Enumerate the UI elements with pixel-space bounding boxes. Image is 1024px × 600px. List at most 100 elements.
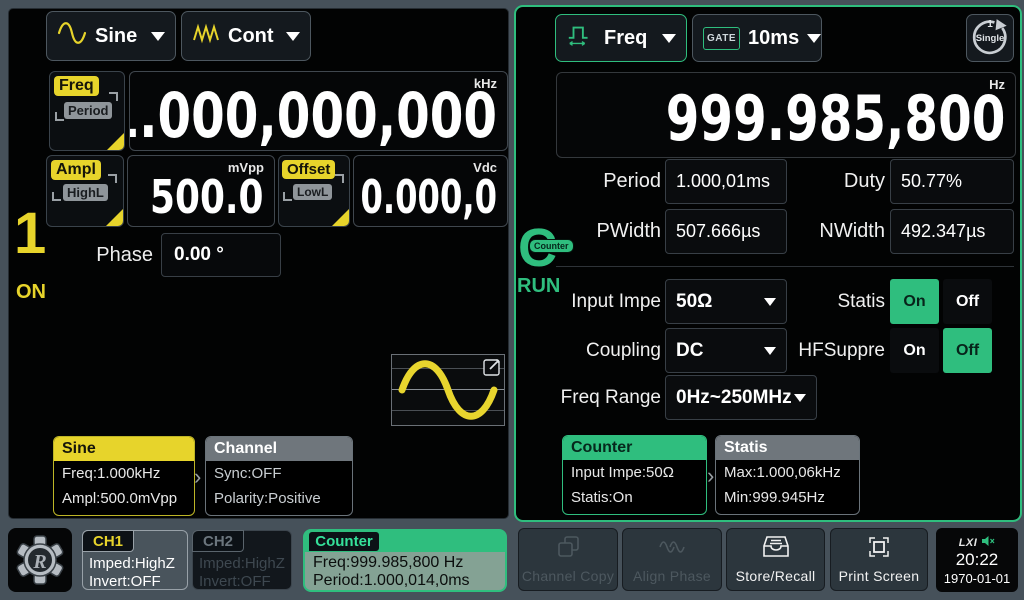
sine-info-line: Freq:1.000kHz	[54, 461, 194, 486]
statis-on-button[interactable]: On	[890, 279, 939, 324]
counter-mode-label: Freq	[604, 27, 647, 50]
period-tag: Period	[64, 102, 112, 119]
channel-info-line: Polarity:Positive	[206, 486, 352, 511]
align-phase-button: Align Phase	[622, 528, 722, 591]
offset-value-display[interactable]: Vdc 0.000,0	[353, 155, 508, 227]
ch2-invert: Invert:OFF	[199, 573, 271, 590]
phase-field[interactable]: 0.00 °	[161, 233, 281, 277]
waveform-dropdown-label: Sine	[95, 25, 137, 48]
input-impedance-dropdown[interactable]: 50Ω	[665, 279, 787, 324]
hfsuppre-on-button[interactable]: On	[890, 328, 939, 373]
hfsuppre-off-button[interactable]: Off	[943, 328, 992, 373]
counter-info-box[interactable]: Counter Input Impe:50Ω Statis:On	[562, 435, 707, 515]
corner-bracket	[283, 192, 292, 201]
corner-triangle-icon	[106, 209, 123, 226]
single-trigger-button[interactable]: 1 Single	[966, 14, 1014, 62]
chevron-down-icon	[286, 32, 300, 41]
counter-mode-dropdown[interactable]: Freq	[555, 14, 687, 62]
channel-copy-button: Channel Copy	[518, 528, 618, 591]
counter-status-period: Period:1.000,014,0ms	[313, 572, 470, 590]
ampl-value-display[interactable]: mVpp 500.0	[127, 155, 275, 227]
ch1-status-box[interactable]: CH1 Imped:HighZ Invert:OFF	[82, 530, 188, 590]
square-wave-icon	[566, 22, 596, 54]
input-impedance-label: Input Impe	[546, 279, 661, 324]
gear-icon: R	[14, 534, 66, 586]
counter-panel: C Counter RUN Freq GATE 10ms 1 Single	[514, 5, 1022, 522]
phase-label: Phase	[65, 233, 153, 277]
chevron-down-icon	[807, 34, 821, 43]
ampl-param-button[interactable]: Ampl HighL	[46, 155, 124, 227]
statis-info-line: Max:1.000,06kHz	[716, 460, 859, 485]
corner-triangle-icon	[332, 209, 349, 226]
instrument-screen: 1 ON Sine Cont Freq Period kHz	[0, 0, 1024, 600]
single-label: Single	[967, 33, 1013, 44]
counter-status-tab: Counter	[308, 531, 380, 552]
channel1-panel: 1 ON Sine Cont Freq Period kHz	[8, 8, 509, 519]
highl-tag: HighL	[63, 184, 108, 201]
ch1-invert: Invert:OFF	[89, 573, 161, 590]
copy-icon	[554, 534, 582, 560]
channel1-state: ON	[16, 281, 46, 304]
ch1-impedance: Imped:HighZ	[89, 555, 175, 572]
svg-text:R: R	[32, 551, 46, 573]
channel-copy-label: Channel Copy	[519, 568, 617, 584]
store-recall-label: Store/Recall	[727, 568, 824, 584]
offset-param-button[interactable]: Offset LowL	[278, 155, 350, 227]
hfsuppre-label: HFSuppre	[756, 328, 885, 373]
store-recall-icon	[762, 534, 790, 560]
lowl-tag: LowL	[293, 184, 332, 200]
freq-value-display[interactable]: kHz 1.000,000,000	[129, 71, 508, 151]
gate-time-dropdown[interactable]: GATE 10ms	[692, 14, 822, 62]
print-screen-label: Print Screen	[831, 568, 927, 584]
period-value: 1.000,01ms	[665, 159, 787, 204]
channel-info-title: Channel	[206, 437, 352, 461]
mode-dropdown[interactable]: Cont	[181, 11, 311, 61]
ch2-status-box[interactable]: CH2 Imped:HighZ Invert:OFF	[192, 530, 292, 590]
freq-param-button[interactable]: Freq Period	[49, 71, 125, 151]
clock-date: 1970-01-01	[936, 571, 1018, 586]
single-count: 1	[967, 19, 1013, 30]
coupling-label: Coupling	[546, 328, 661, 373]
nwidth-label: NWidth	[780, 209, 885, 254]
chevron-down-icon	[662, 34, 676, 43]
freq-range-label: Freq Range	[546, 375, 661, 420]
chevron-right-icon: ›	[707, 463, 714, 489]
ch2-impedance: Imped:HighZ	[199, 555, 285, 572]
mode-dropdown-label: Cont	[228, 25, 274, 48]
waveform-dropdown[interactable]: Sine	[46, 11, 176, 61]
gate-time-value: 10ms	[748, 27, 799, 50]
chevron-down-icon	[794, 394, 806, 402]
continuous-wave-icon	[192, 22, 220, 50]
statis-info-line: Min:999.945Hz	[716, 485, 859, 510]
duty-value: 50.77%	[890, 159, 1014, 204]
print-screen-button[interactable]: Print Screen	[830, 528, 928, 591]
corner-bracket	[52, 192, 61, 201]
chevron-down-icon	[151, 32, 165, 41]
counter-info-line: Statis:On	[563, 485, 706, 510]
coupling-value: DC	[676, 340, 703, 362]
statis-info-box[interactable]: Statis Max:1.000,06kHz Min:999.945Hz	[715, 435, 860, 515]
chevron-right-icon: ›	[194, 464, 201, 490]
nwidth-value: 492.347µs	[890, 209, 1014, 254]
clock-time: 20:22	[936, 550, 1018, 570]
freq-range-value: 0Hz~250MHz	[676, 387, 792, 409]
channel-info-box[interactable]: Channel Sync:OFF Polarity:Positive	[205, 436, 353, 516]
edit-icon[interactable]	[482, 357, 502, 377]
sine-info-line: Ampl:500.0mVpp	[54, 486, 194, 511]
counter-freq-value: 999.985,800	[665, 84, 1005, 153]
rigol-logo[interactable]: R	[8, 528, 72, 592]
statis-off-button[interactable]: Off	[943, 279, 992, 324]
sine-info-box[interactable]: Sine Freq:1.000kHz Ampl:500.0mVpp	[53, 436, 195, 516]
corner-bracket	[335, 174, 344, 183]
corner-triangle-icon	[107, 133, 124, 150]
counter-freq-display: Hz 999.985,800	[556, 72, 1016, 158]
freq-range-dropdown[interactable]: 0Hz~250MHz	[665, 375, 817, 420]
counter-info-line: Input Impe:50Ω	[563, 460, 706, 485]
pwidth-value: 507.666µs	[665, 209, 787, 254]
store-recall-button[interactable]: Store/Recall	[726, 528, 825, 591]
corner-bracket	[55, 112, 64, 121]
waveform-preview[interactable]	[391, 354, 505, 426]
counter-status-box[interactable]: Counter Freq:999.985,800 Hz Period:1.000…	[303, 529, 507, 592]
offset-tag: Offset	[282, 160, 335, 179]
ch1-tab: CH1	[82, 530, 134, 552]
